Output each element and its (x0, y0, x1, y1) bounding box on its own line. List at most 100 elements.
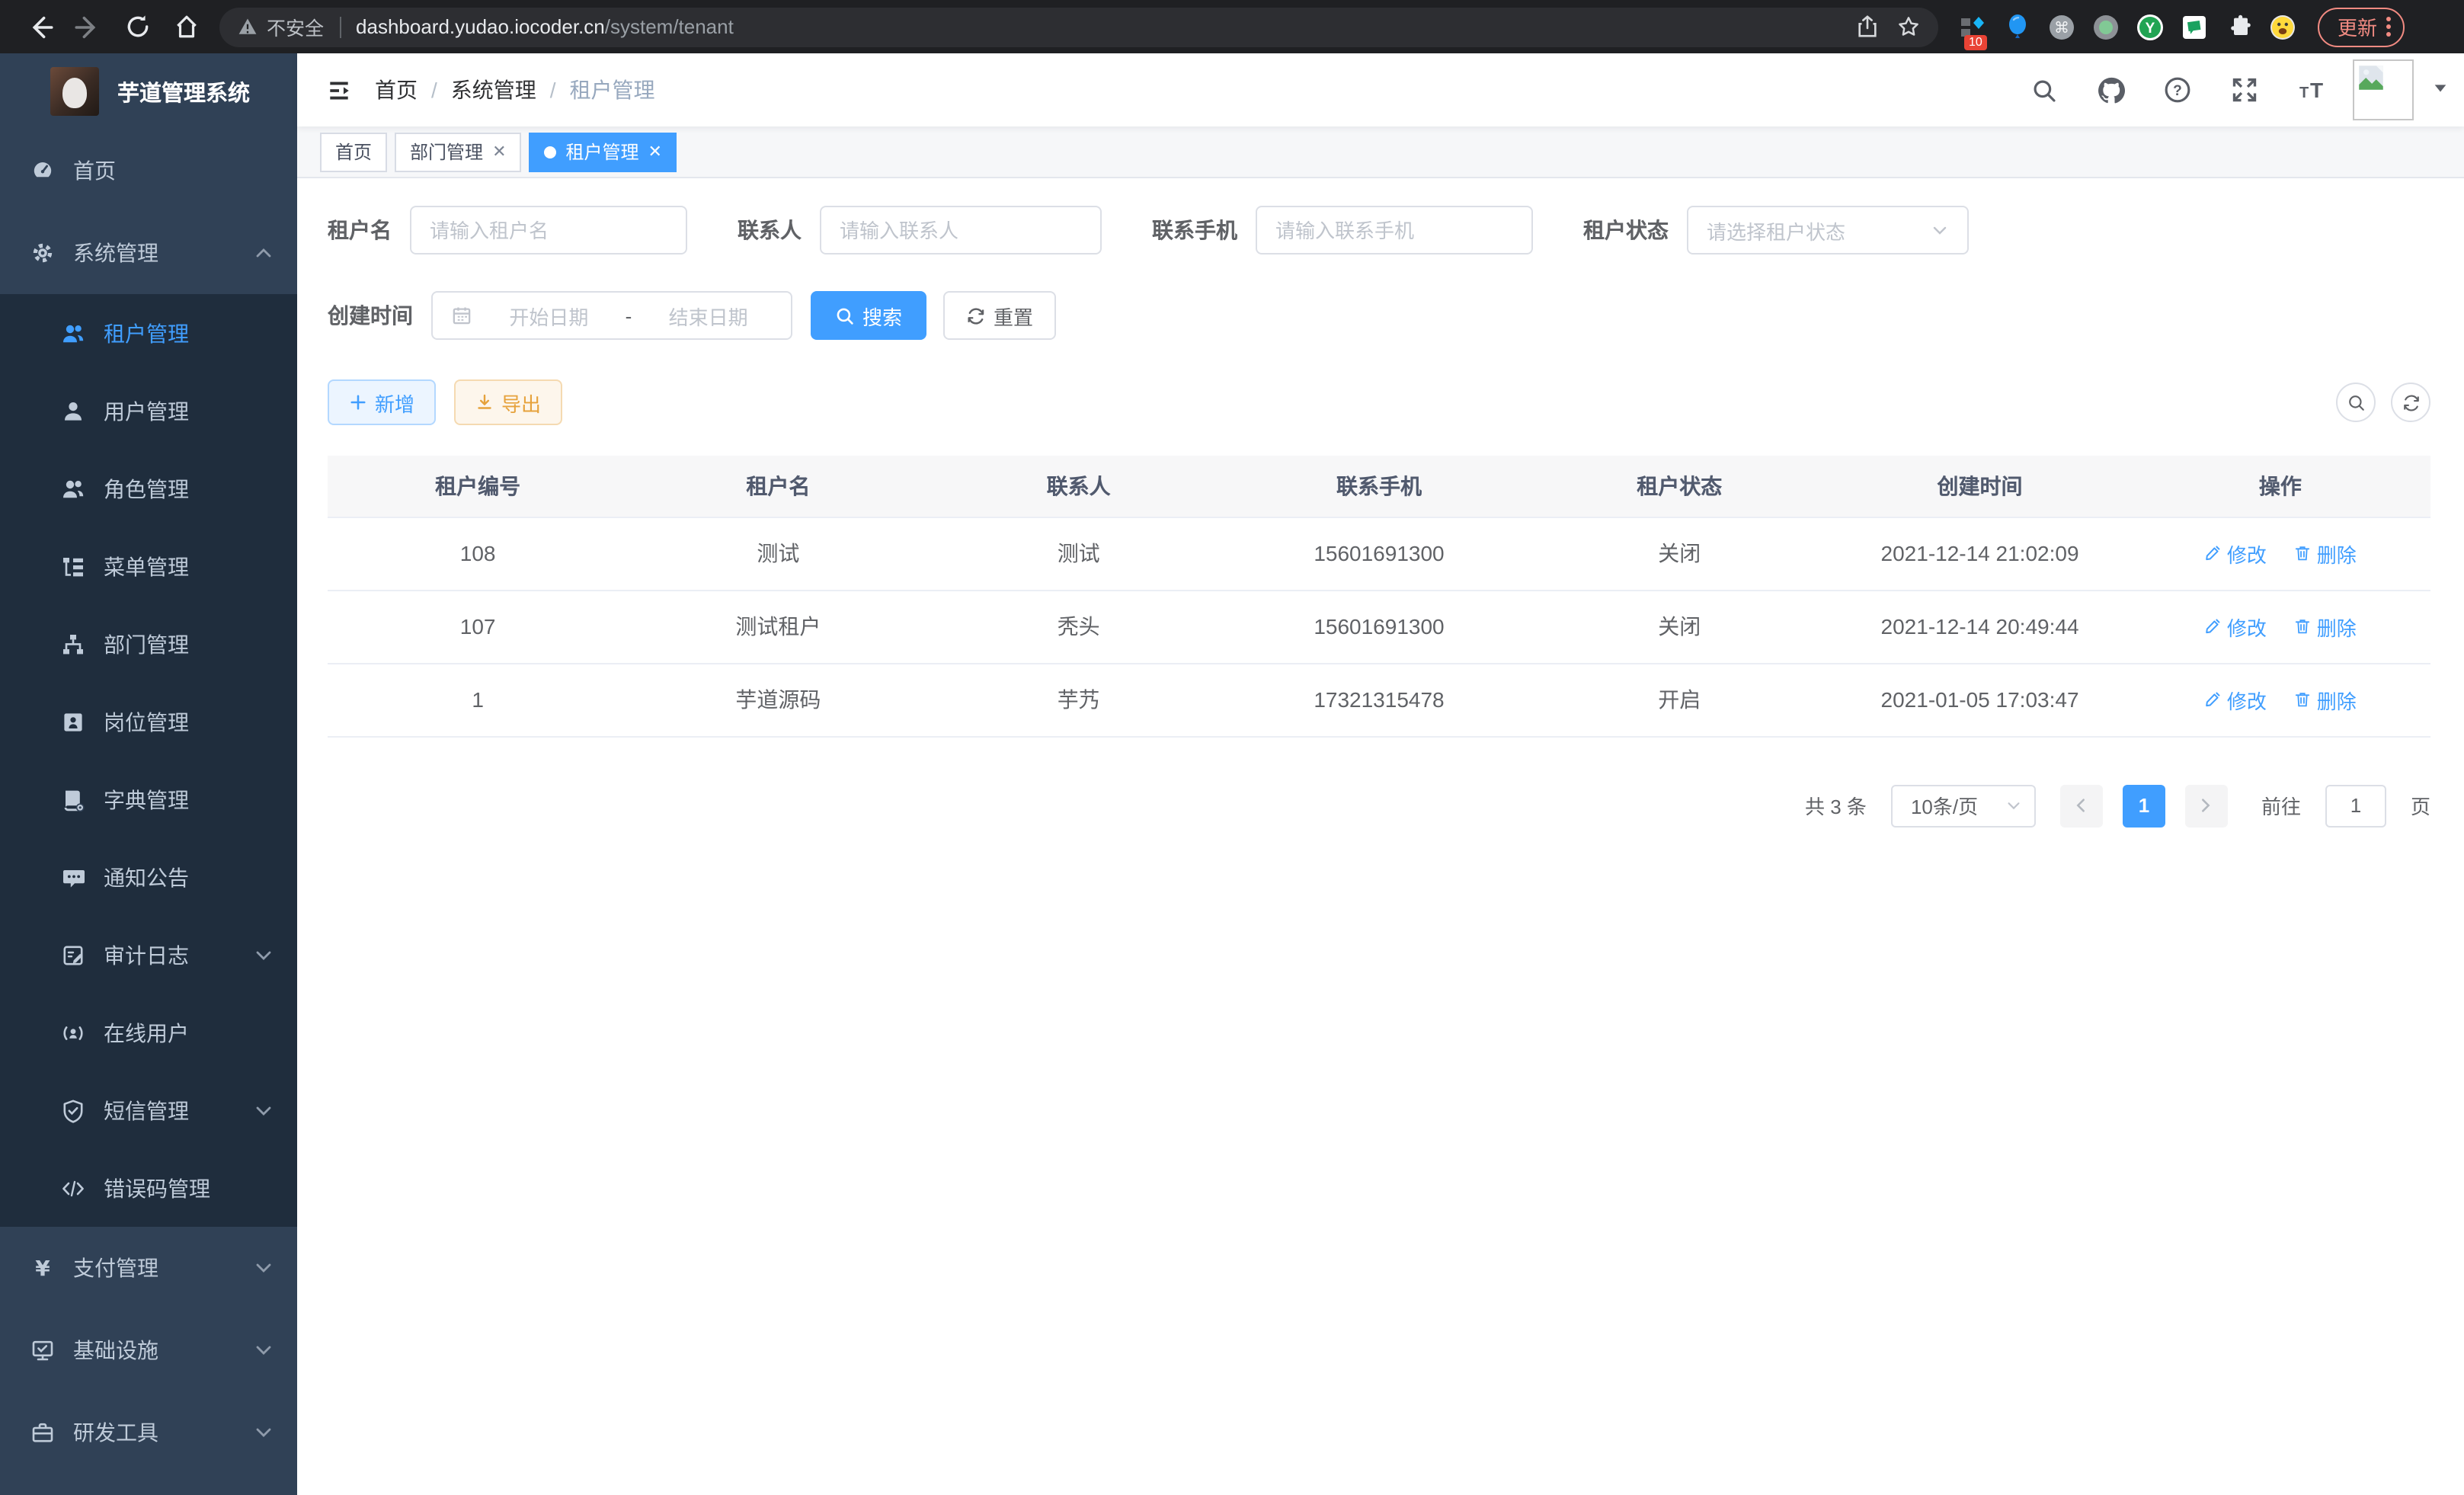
chevron-down-icon (254, 1423, 273, 1442)
share-icon[interactable] (1856, 15, 1879, 38)
sidebar-item-label: 菜单管理 (104, 551, 189, 581)
tab-tenant[interactable]: 租户管理 ✕ (530, 132, 677, 171)
chevron-up-icon (254, 244, 273, 262)
avatar-caret-icon[interactable] (2432, 76, 2449, 104)
tenant-name-input[interactable] (430, 219, 667, 242)
delete-link-label: 删除 (2317, 539, 2357, 568)
sidebar-item-menu[interactable]: 菜单管理 (0, 527, 297, 605)
reset-button[interactable]: 重置 (943, 291, 1056, 340)
browser-forward-icon[interactable] (69, 7, 108, 46)
bookmark-star-icon[interactable] (1897, 15, 1920, 38)
browser-toolbar: 不安全 dashboard.yudao.iocoder.cn/system/te… (0, 0, 2464, 53)
tags-view: 首页 部门管理 ✕ 租户管理 ✕ (297, 126, 2464, 178)
export-button[interactable]: 导出 (454, 379, 562, 425)
cell-status: 关闭 (1529, 517, 1829, 590)
header-search-icon[interactable] (2018, 64, 2069, 116)
breadcrumb-item[interactable]: 系统管理 (451, 75, 536, 105)
address-bar[interactable]: 不安全 dashboard.yudao.iocoder.cn/system/te… (219, 7, 1938, 46)
breadcrumb-separator: / (431, 78, 437, 102)
extension-tabs-icon[interactable]: 10 (1960, 13, 1987, 40)
delete-link[interactable]: 删除 (2294, 612, 2357, 641)
status-select[interactable]: 请选择租户状态 (1687, 206, 1969, 255)
sidebar-item-audit-log[interactable]: 审计日志 (0, 916, 297, 994)
help-icon[interactable]: ? (2152, 64, 2203, 116)
extension-y-icon[interactable]: Y (2136, 13, 2164, 40)
sidebar-item-user[interactable]: 用户管理 (0, 372, 297, 450)
delete-link-label: 删除 (2317, 612, 2357, 641)
refresh-table-button[interactable] (2391, 383, 2430, 422)
extension-balloon-icon[interactable] (2004, 13, 2031, 40)
close-icon[interactable]: ✕ (492, 142, 506, 162)
urlbar-divider (339, 16, 341, 37)
tree-menu-icon (61, 554, 85, 578)
cell-mobile: 15601691300 (1229, 590, 1529, 663)
edit-link[interactable]: 修改 (2204, 612, 2267, 641)
sidebar-item-tenant[interactable]: 租户管理 (0, 294, 297, 372)
sidebar-item-error-code[interactable]: 错误码管理 (0, 1149, 297, 1227)
sidebar-item-dict[interactable]: 字典管理 (0, 760, 297, 838)
tab-dept[interactable]: 部门管理 ✕ (395, 132, 521, 171)
page-number-1[interactable]: 1 (2123, 784, 2165, 827)
prev-page-button[interactable] (2060, 784, 2103, 827)
sidebar-item-online-users[interactable]: 在线用户 (0, 994, 297, 1071)
edit-link[interactable]: 修改 (2204, 539, 2267, 568)
browser-update-button[interactable]: 更新 (2318, 7, 2405, 46)
extension-record-icon[interactable] (2092, 13, 2120, 40)
sidebar-item-pay[interactable]: ¥ 支付管理 (0, 1227, 297, 1309)
next-page-button[interactable] (2185, 784, 2228, 827)
page-unit-label: 页 (2411, 791, 2430, 820)
extension-chat-icon[interactable] (2181, 13, 2208, 40)
sidebar-item-dept[interactable]: 部门管理 (0, 605, 297, 683)
sidebar-item-role[interactable]: 角色管理 (0, 450, 297, 527)
sidebar-item-home[interactable]: 首页 (0, 130, 297, 212)
app-title: 芋道管理系统 (117, 75, 250, 107)
fullscreen-icon[interactable] (2219, 64, 2270, 116)
extensions-puzzle-icon[interactable] (2225, 13, 2252, 40)
edit-link[interactable]: 修改 (2204, 685, 2267, 714)
toggle-search-button[interactable] (2336, 383, 2376, 422)
goto-label: 前往 (2261, 791, 2301, 820)
sidebar-item-post[interactable]: 岗位管理 (0, 683, 297, 760)
browser-home-icon[interactable] (166, 7, 206, 46)
edit-link-label: 修改 (2227, 685, 2267, 714)
close-icon[interactable]: ✕ (648, 142, 662, 162)
contact-input[interactable] (840, 219, 1082, 242)
extension-emoji-icon[interactable] (2269, 13, 2296, 40)
sidebar-item-dev-tools[interactable]: 研发工具 (0, 1391, 297, 1474)
date-range-picker[interactable]: 开始日期 - 结束日期 (431, 291, 792, 340)
search-button[interactable]: 搜索 (811, 291, 926, 340)
sidebar-item-system[interactable]: 系统管理 (0, 212, 297, 294)
export-button-label: 导出 (501, 388, 541, 417)
sidebar-item-infra[interactable]: 基础设施 (0, 1309, 297, 1391)
cell-status: 开启 (1529, 663, 1829, 736)
tab-home[interactable]: 首页 (320, 132, 387, 171)
chevron-down-icon (254, 1101, 273, 1119)
browser-reload-icon[interactable] (117, 7, 157, 46)
total-count: 共 3 条 (1805, 791, 1867, 820)
goto-page-input[interactable] (2325, 784, 2386, 827)
sidebar-item-sms[interactable]: 短信管理 (0, 1071, 297, 1149)
extension-command-icon[interactable]: ⌘ (2048, 13, 2075, 40)
sidebar-collapse-icon[interactable] (297, 77, 375, 103)
download-icon (475, 393, 494, 411)
github-icon[interactable] (2085, 64, 2136, 116)
table-toolbar: 新增 导出 (328, 379, 2430, 425)
add-button[interactable]: 新增 (328, 379, 436, 425)
avatar[interactable] (2353, 59, 2414, 120)
edit-icon (2204, 617, 2222, 635)
sidebar-item-notice[interactable]: 通知公告 (0, 838, 297, 916)
font-size-icon[interactable]: TT (2286, 64, 2338, 116)
cell-created: 2021-01-05 17:03:47 (1829, 663, 2130, 736)
mobile-input[interactable] (1275, 219, 1513, 242)
delete-link[interactable]: 删除 (2294, 685, 2357, 714)
contact-label: 联系人 (738, 215, 802, 245)
browser-menu-icon[interactable] (2386, 17, 2391, 37)
sidebar-item-label: 在线用户 (104, 1017, 189, 1048)
top-navbar: 首页 / 系统管理 / 租户管理 ? (297, 53, 2464, 126)
security-label: 不安全 (267, 12, 324, 41)
page-size-select[interactable]: 10条/页 (1891, 784, 2036, 827)
browser-back-icon[interactable] (20, 7, 59, 46)
col-header-status: 租户状态 (1529, 456, 1829, 517)
delete-link[interactable]: 删除 (2294, 539, 2357, 568)
breadcrumb-item[interactable]: 首页 (375, 75, 418, 105)
